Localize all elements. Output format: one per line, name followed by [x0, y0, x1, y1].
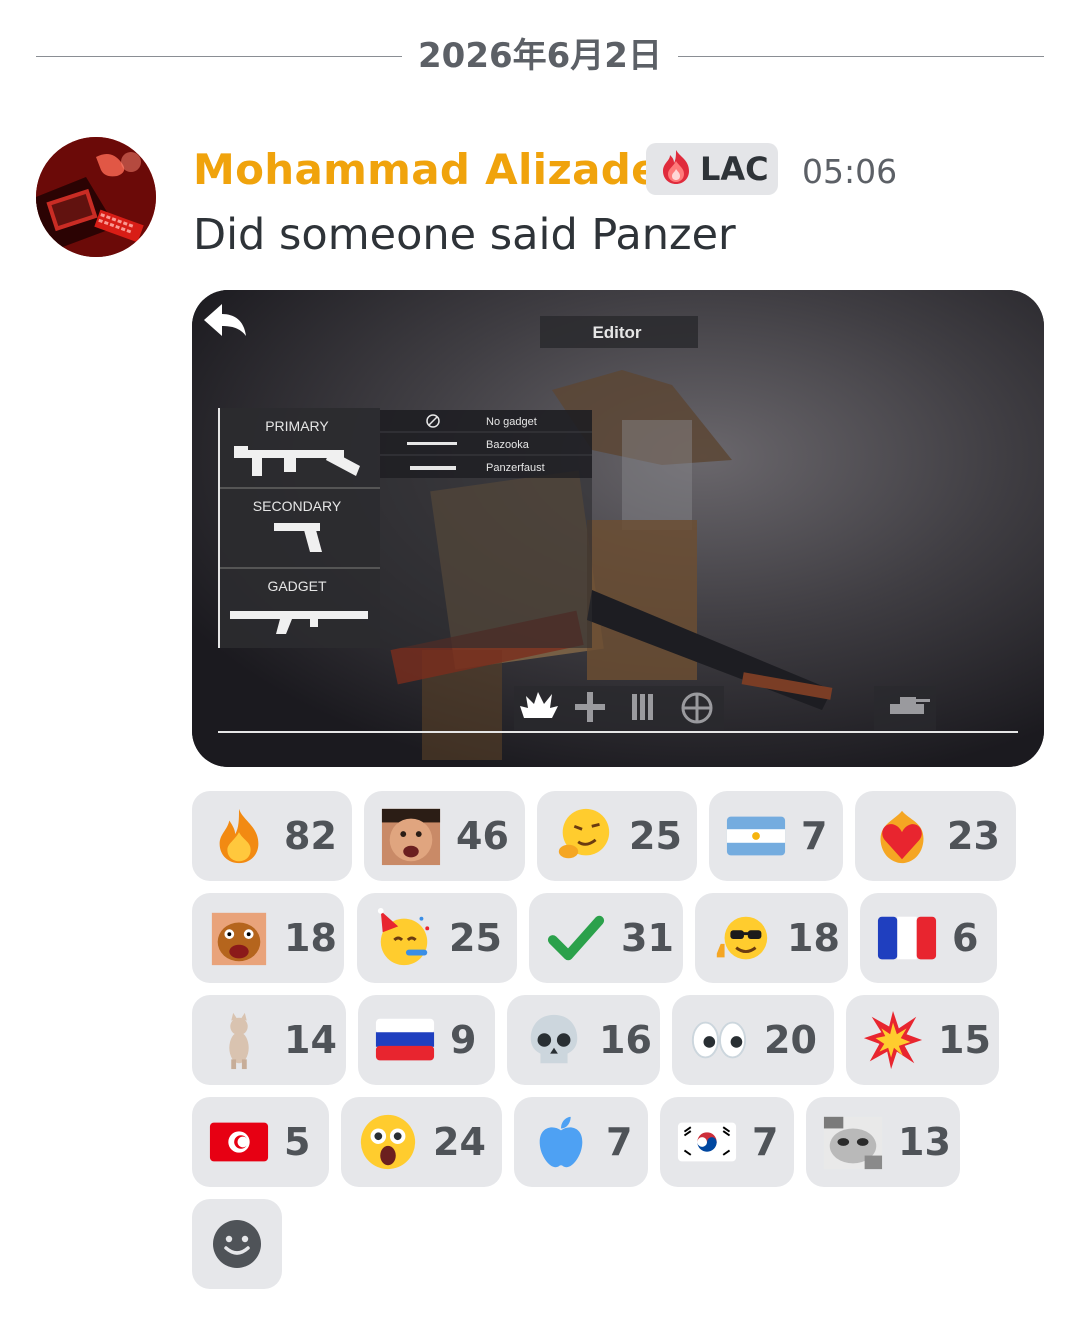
option-no-gadget[interactable]: No gadget [486, 416, 537, 428]
reaction-count: 7 [801, 814, 828, 858]
reaction-south-korea[interactable]: 7 [660, 1097, 794, 1187]
reaction-count: 82 [284, 814, 337, 858]
meme-face-icon [380, 805, 442, 867]
reaction-count: 16 [599, 1018, 652, 1062]
reaction-france[interactable]: 6 [860, 893, 997, 983]
reaction-apple[interactable]: 7 [514, 1097, 648, 1187]
cartoon-dog-icon [208, 907, 270, 969]
collision-icon [862, 1009, 924, 1071]
reaction-smirk[interactable]: 25 [537, 791, 697, 881]
russia-flag-icon [374, 1009, 436, 1071]
reaction-count: 46 [456, 814, 509, 858]
reaction-count: 7 [752, 1120, 779, 1164]
reaction-count: 23 [947, 814, 1000, 858]
reaction-sunglasses[interactable]: 18 [695, 893, 848, 983]
reaction-count: 5 [284, 1120, 311, 1164]
slot-secondary: SECONDARY [253, 498, 342, 514]
fire-gem-icon [656, 147, 696, 191]
fire-icon [208, 805, 270, 867]
eyes-icon [688, 1009, 750, 1071]
reaction-meme-face[interactable]: 46 [364, 791, 525, 881]
tunisia-flag-icon [208, 1111, 270, 1173]
reaction-count: 25 [629, 814, 682, 858]
reaction-count: 24 [433, 1120, 486, 1164]
divider-line-left [36, 56, 402, 57]
reaction-tunisia[interactable]: 5 [192, 1097, 329, 1187]
south-korea-flag-icon [676, 1111, 738, 1173]
party-face-icon [373, 907, 435, 969]
timestamp: 05:06 [802, 152, 898, 191]
reaction-count: 18 [787, 916, 840, 960]
screaming-face-icon [357, 1111, 419, 1173]
reaction-count: 6 [952, 916, 979, 960]
reaction-count: 31 [621, 916, 674, 960]
divider-line-right [678, 56, 1044, 57]
reaction-count: 9 [450, 1018, 477, 1062]
add-reaction-button[interactable] [192, 1199, 282, 1289]
username[interactable]: Mohammad Alizadeh [193, 144, 690, 196]
slot-primary: PRIMARY [265, 418, 329, 434]
dancing-cat-icon [208, 1009, 270, 1071]
reaction-skull[interactable]: 16 [507, 995, 660, 1085]
heart-on-fire-icon [871, 805, 933, 867]
reaction-collision[interactable]: 15 [846, 995, 999, 1085]
image-attachment[interactable]: Editor PRIMARY SECONDARY GADGET No gadge… [192, 290, 1044, 767]
reaction-count: 20 [764, 1018, 817, 1062]
apple-icon [530, 1111, 592, 1173]
reaction-count: 14 [284, 1018, 337, 1062]
reaction-screaming[interactable]: 24 [341, 1097, 502, 1187]
argentina-flag-icon [725, 805, 787, 867]
slot-gadget: GADGET [267, 578, 327, 594]
reaction-fire[interactable]: 82 [192, 791, 352, 881]
skull-icon [523, 1009, 585, 1071]
cat-meme-icon [822, 1111, 884, 1173]
reaction-check-mark[interactable]: 31 [529, 893, 683, 983]
reaction-count: 13 [898, 1120, 951, 1164]
reaction-count: 18 [284, 916, 337, 960]
reaction-heart-on-fire[interactable]: 23 [855, 791, 1016, 881]
guild-tag[interactable]: LAC [646, 143, 778, 195]
divider-date: 2026年6月2日 [418, 36, 662, 76]
editor-title: Editor [592, 323, 641, 342]
reaction-cat-meme[interactable]: 13 [806, 1097, 960, 1187]
reaction-dancing-cat[interactable]: 14 [192, 995, 346, 1085]
option-bazooka[interactable]: Bazooka [486, 439, 530, 451]
reaction-russia[interactable]: 9 [358, 995, 495, 1085]
france-flag-icon [876, 907, 938, 969]
reaction-argentina[interactable]: 7 [709, 791, 843, 881]
guild-tag-label: LAC [700, 150, 769, 188]
message-text: Did someone said Panzer [193, 210, 736, 260]
date-divider: 2026年6月2日 [36, 36, 1044, 76]
check-mark-icon [545, 907, 607, 969]
avatar[interactable] [36, 137, 156, 257]
reaction-count: 25 [449, 916, 502, 960]
reaction-count: 15 [938, 1018, 991, 1062]
add-reaction-smile-icon [213, 1220, 261, 1268]
reaction-eyes[interactable]: 20 [672, 995, 834, 1085]
sunglasses-thumbs-icon [711, 907, 773, 969]
reaction-cartoon-dog[interactable]: 18 [192, 893, 344, 983]
reaction-party-face[interactable]: 25 [357, 893, 517, 983]
reaction-count: 7 [606, 1120, 633, 1164]
option-panzerfaust[interactable]: Panzerfaust [486, 462, 545, 474]
smirk-emoji-icon [553, 805, 615, 867]
